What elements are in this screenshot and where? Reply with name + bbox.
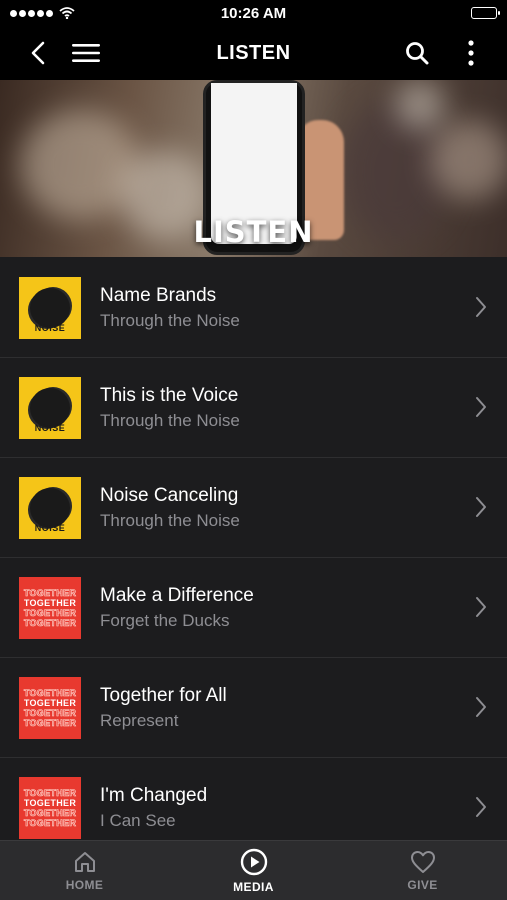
media-list: NOISE Name Brands Through the Noise NOIS… [0, 258, 507, 858]
back-icon [31, 41, 45, 65]
list-item[interactable]: TOGETHER TOGETHER TOGETHER TOGETHER Toge… [0, 658, 507, 758]
status-time: 10:26 AM [220, 4, 287, 22]
item-title: I'm Changed [100, 784, 208, 806]
item-subtitle: Represent [100, 710, 179, 730]
item-title: This is the Voice [100, 384, 239, 406]
status-left [10, 7, 75, 19]
tab-label: GIVE [407, 877, 438, 892]
search-button[interactable] [395, 31, 439, 75]
tab-label: MEDIA [233, 879, 274, 894]
tab-give[interactable]: GIVE [338, 841, 507, 900]
series-artwork: TOGETHER TOGETHER TOGETHER TOGETHER [19, 776, 81, 839]
play-circle-icon [240, 848, 267, 875]
app-screen: 10:26 AM LISTEN LISTEN NOISE Name Brands… [0, 0, 507, 900]
heart-icon [410, 850, 435, 873]
tab-bar: HOME MEDIA GIVE [0, 840, 507, 900]
series-artwork: NOISE [19, 376, 81, 439]
series-artwork: TOGETHER TOGETHER TOGETHER TOGETHER [19, 576, 81, 639]
signal-icon [10, 9, 53, 17]
wifi-icon [59, 7, 75, 19]
item-subtitle: Forget the Ducks [100, 610, 230, 630]
nav-bar: LISTEN [0, 26, 507, 80]
item-subtitle: Through the Noise [100, 410, 240, 430]
item-subtitle: Through the Noise [100, 510, 240, 530]
hero-title: LISTEN [193, 215, 314, 249]
chevron-right-icon [476, 797, 486, 817]
list-item[interactable]: NOISE This is the Voice Through the Nois… [0, 358, 507, 458]
item-title: Name Brands [100, 284, 217, 306]
list-item[interactable]: NOISE Name Brands Through the Noise [0, 258, 507, 358]
menu-button[interactable] [64, 31, 108, 75]
tab-label: HOME [65, 877, 104, 892]
series-artwork: TOGETHER TOGETHER TOGETHER TOGETHER [19, 676, 81, 739]
chevron-right-icon [476, 397, 486, 417]
nav-actions [395, 31, 493, 75]
chevron-right-icon [476, 297, 486, 317]
menu-icon [72, 44, 100, 62]
item-title: Make a Difference [100, 584, 254, 606]
chevron-right-icon [476, 597, 486, 617]
chevron-right-icon [476, 697, 486, 717]
battery-icon [471, 7, 500, 19]
series-artwork: NOISE [19, 476, 81, 539]
chevron-right-icon [476, 497, 486, 517]
series-artwork: NOISE [19, 276, 81, 339]
item-subtitle: Through the Noise [100, 310, 240, 330]
item-title: Together for All [100, 684, 227, 706]
more-button[interactable] [449, 31, 493, 75]
search-icon [406, 42, 429, 65]
list-item[interactable]: TOGETHER TOGETHER TOGETHER TOGETHER Make… [0, 558, 507, 658]
home-icon [74, 851, 95, 872]
back-button[interactable] [16, 31, 60, 75]
tab-media[interactable]: MEDIA [169, 841, 338, 900]
item-title: Noise Canceling [100, 484, 239, 506]
item-subtitle: I Can See [100, 810, 176, 830]
list-item[interactable]: NOISE Noise Canceling Through the Noise [0, 458, 507, 558]
status-bar: 10:26 AM [0, 0, 507, 26]
more-icon [468, 40, 474, 66]
tab-home[interactable]: HOME [0, 841, 169, 900]
hero-banner: LISTEN [0, 80, 507, 257]
